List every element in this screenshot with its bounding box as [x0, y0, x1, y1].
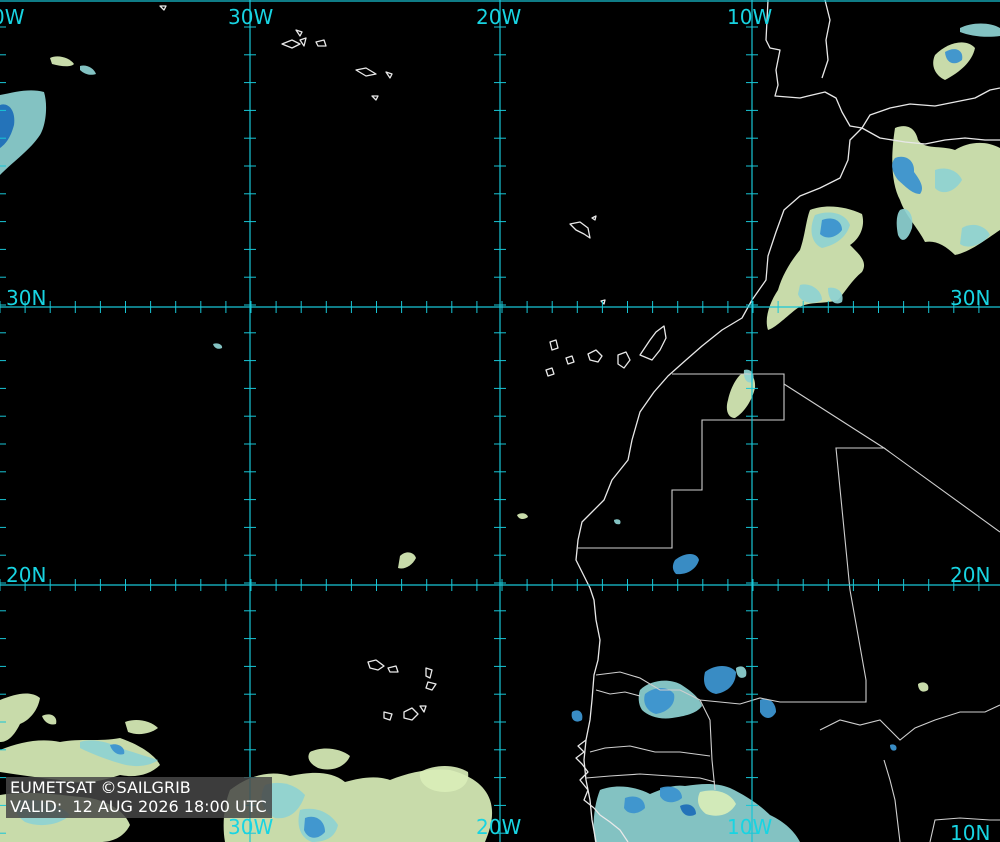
- valid-prefix: VALID:: [10, 797, 73, 816]
- lon-label-top-0: 0W: [0, 5, 25, 29]
- lon-label-bottom-20w: 20W: [476, 815, 521, 839]
- lat-label-right-20n: 20N: [950, 563, 990, 587]
- credit-overlay: EUMETSAT ©SAILGRIB VALID: 12 AUG 2026 18…: [6, 777, 272, 818]
- credit-source: EUMETSAT ©SAILGRIB: [10, 778, 191, 797]
- lon-label-top-30w: 30W: [228, 5, 273, 29]
- credit-valid-time: VALID: 12 AUG 2026 18:00 UTC: [10, 797, 267, 816]
- satellite-map[interactable]: 0W 30W 20W 10W 30N 30N 20N 20N 30W 20W 1…: [0, 0, 1000, 842]
- valid-time: 12 AUG 2026 18:00 UTC: [72, 797, 267, 816]
- lat-label-right-30n: 30N: [950, 286, 990, 310]
- lon-label-top-20w: 20W: [476, 5, 521, 29]
- lat-label-bottom-10n: 10N: [950, 821, 990, 842]
- lon-label-bottom-30w: 30W: [228, 815, 273, 839]
- lat-label-left-20n: 20N: [6, 563, 46, 587]
- lon-label-bottom-10w: 10W: [727, 815, 772, 839]
- lat-label-left-30n: 30N: [6, 286, 46, 310]
- lon-label-top-10w: 10W: [727, 5, 772, 29]
